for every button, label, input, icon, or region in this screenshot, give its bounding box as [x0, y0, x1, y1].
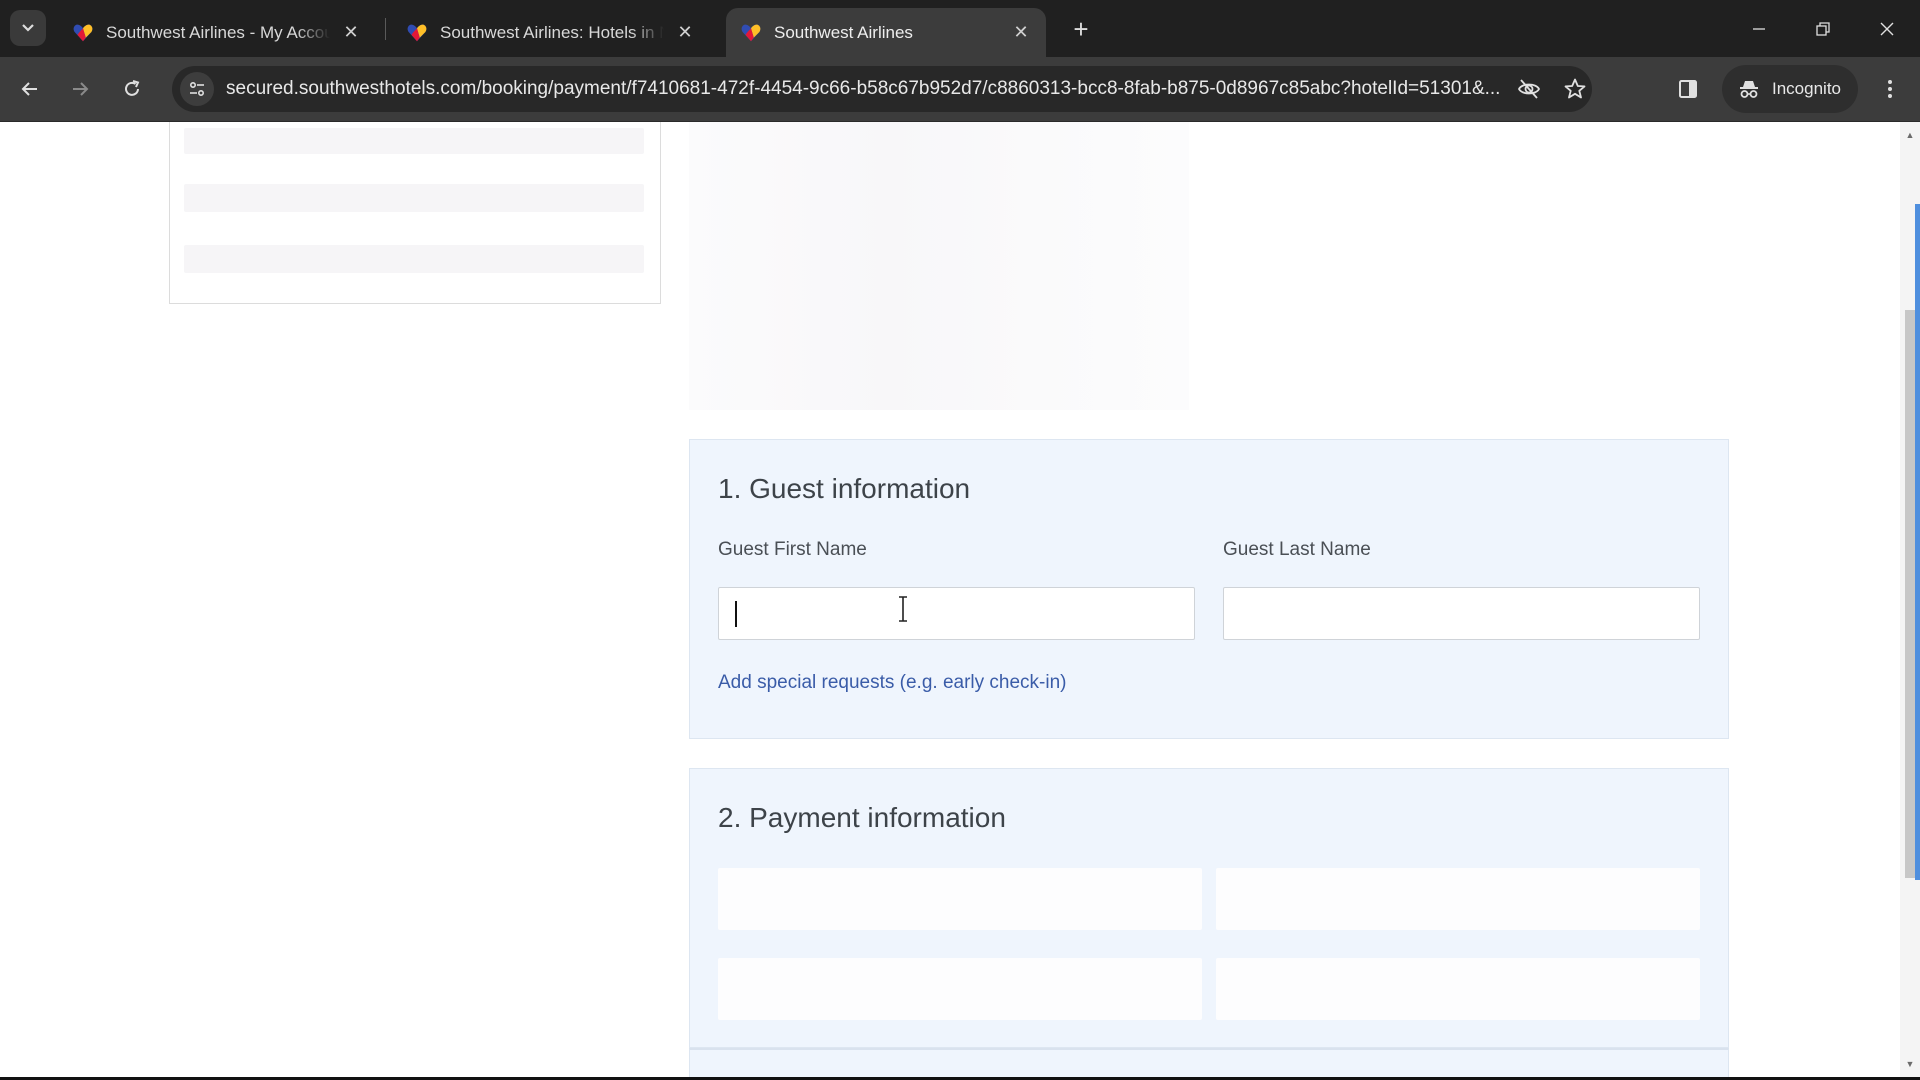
tab-title: Southwest Airlines - My Account	[106, 22, 330, 42]
text-caret	[735, 601, 737, 627]
loading-placeholder	[689, 122, 1189, 410]
tab-title: Southwest Airlines	[774, 22, 913, 42]
last-name-label: Guest Last Name	[1223, 539, 1371, 560]
payment-field-loading	[1216, 868, 1700, 930]
payment-field-loading	[718, 868, 1202, 930]
skeleton-line	[184, 184, 644, 212]
first-name-input[interactable]	[718, 587, 1195, 640]
first-name-label: Guest First Name	[718, 539, 867, 560]
minimize-icon	[1753, 27, 1765, 30]
scroll-down-icon[interactable]: ▼	[1900, 1055, 1920, 1073]
tab-hotels[interactable]: Southwest Airlines: Hotels in New York ✕	[392, 8, 710, 57]
forward-button[interactable]	[62, 71, 98, 107]
chevron-down-icon	[21, 20, 35, 36]
hotel-summary-card-loading	[169, 122, 661, 304]
southwest-heart-icon	[407, 24, 427, 41]
skeleton-line	[184, 245, 644, 273]
payment-field-loading	[718, 958, 1202, 1020]
star-icon	[1564, 78, 1586, 99]
plus-icon: +	[1073, 13, 1089, 44]
tab-search-button[interactable]	[10, 10, 46, 46]
reload-icon	[125, 80, 140, 96]
kebab-menu-icon	[1888, 80, 1892, 98]
southwest-heart-icon	[73, 24, 93, 41]
close-window-button[interactable]	[1856, 0, 1918, 57]
side-panel-button[interactable]	[1670, 71, 1706, 107]
arrow-right-icon	[73, 82, 89, 96]
payment-information-section: 2. Payment information	[689, 768, 1729, 1048]
minimize-button[interactable]	[1728, 0, 1790, 57]
side-panel-icon	[1679, 80, 1697, 98]
url-text[interactable]: secured.southwesthotels.com/booking/paym…	[226, 78, 1556, 100]
guest-information-section: 1. Guest information Guest First Name Gu…	[689, 439, 1729, 739]
restore-icon	[1816, 21, 1830, 36]
restore-button[interactable]	[1792, 0, 1854, 57]
last-name-input[interactable]	[1223, 587, 1700, 640]
scrollbar-accent	[1915, 204, 1920, 880]
tab-title: Southwest Airlines: Hotels in New York	[440, 22, 664, 42]
new-tab-button[interactable]: +	[1066, 14, 1096, 44]
next-section	[689, 1048, 1729, 1077]
skeleton-line	[184, 128, 644, 154]
back-button[interactable]	[12, 71, 48, 107]
section-title: 1. Guest information	[718, 473, 971, 504]
eye-off-icon	[1517, 79, 1541, 99]
tab-strip: Southwest Airlines - My Account ✕ Southw…	[0, 0, 1920, 57]
page-scrollbar[interactable]: ▲ ▼	[1900, 122, 1920, 1077]
section-title: 2. Payment information	[718, 802, 1006, 833]
page-viewport: 1. Guest information Guest First Name Gu…	[0, 122, 1900, 1077]
payment-field-loading	[1216, 958, 1700, 1020]
site-info-button[interactable]	[180, 72, 214, 106]
arrow-left-icon	[21, 82, 37, 96]
bookmark-button[interactable]	[1560, 74, 1590, 104]
southwest-heart-icon	[741, 24, 761, 41]
tab-my-account[interactable]: Southwest Airlines - My Account ✕	[58, 8, 376, 57]
tab-separator	[385, 18, 386, 40]
reload-button[interactable]	[114, 71, 150, 107]
close-icon[interactable]: ✕	[1010, 22, 1032, 44]
close-icon	[1880, 22, 1894, 35]
browser-menu-button[interactable]	[1872, 71, 1908, 107]
close-icon[interactable]: ✕	[340, 22, 362, 44]
incognito-icon	[1736, 76, 1762, 102]
browser-toolbar: secured.southwesthotels.com/booking/paym…	[0, 57, 1920, 122]
tracking-protection-button[interactable]	[1514, 74, 1544, 104]
incognito-label: Incognito	[1772, 79, 1841, 98]
add-special-requests-link[interactable]: Add special requests (e.g. early check-i…	[718, 672, 1067, 694]
address-bar[interactable]: secured.southwesthotels.com/booking/paym…	[172, 66, 1592, 112]
close-icon[interactable]: ✕	[674, 22, 696, 44]
tune-icon	[189, 81, 205, 97]
incognito-indicator[interactable]: Incognito	[1722, 65, 1858, 113]
tab-southwest-airlines[interactable]: Southwest Airlines ✕	[726, 8, 1046, 57]
browser-window: Southwest Airlines - My Account ✕ Southw…	[0, 0, 1920, 1080]
scroll-up-icon[interactable]: ▲	[1900, 126, 1920, 144]
